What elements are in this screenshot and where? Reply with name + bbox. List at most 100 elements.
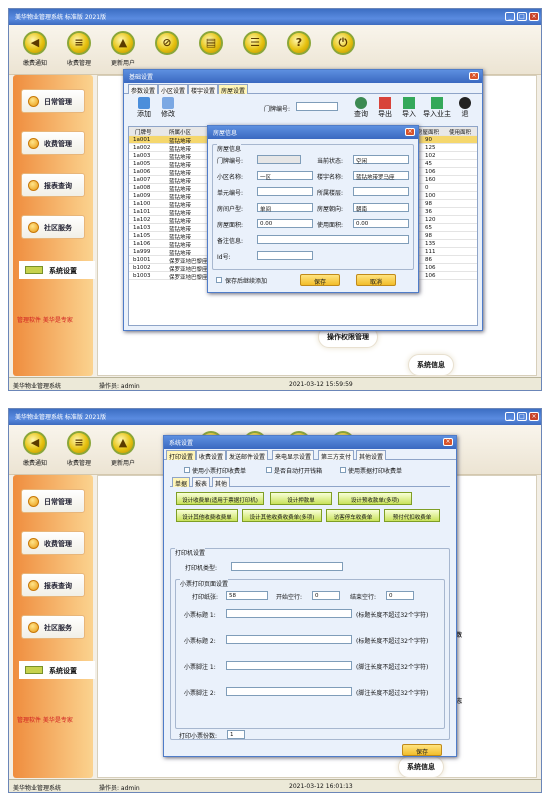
tab-charge[interactable]: 收费设置 <box>196 450 227 461</box>
paper-width-select[interactable]: 58 <box>226 591 268 600</box>
tab-district[interactable]: 小区设置 <box>158 84 189 95</box>
sidebar-item-daily[interactable]: 日常管理 <box>21 89 85 113</box>
unit-input[interactable] <box>257 187 313 196</box>
subtab-report[interactable]: 报表 <box>192 477 211 488</box>
table-cell: 1a003 <box>133 153 151 159</box>
sidebar-item-settings[interactable]: 系统设置 <box>19 261 95 279</box>
toolbar-button[interactable]: ⏻ <box>321 31 365 55</box>
status-select[interactable]: 空闲 <box>353 155 409 165</box>
ticket-line-input[interactable] <box>226 609 352 618</box>
sidebar-item-report[interactable]: 报表查询 <box>21 173 85 197</box>
tab-pay[interactable]: 第三方支付 <box>318 450 355 461</box>
minimize-icon[interactable]: _ <box>505 12 515 21</box>
notice-icon: ◀ <box>23 31 47 55</box>
design-deposit-button[interactable]: 设计押款单 <box>270 492 332 505</box>
toolbar-label: 收费管理 <box>66 60 91 67</box>
table-cell: 106 <box>425 169 436 175</box>
add-button[interactable]: 添加 <box>132 97 156 119</box>
ticket-line-input[interactable] <box>226 661 352 670</box>
design-other-multi-button[interactable]: 设计其他收费收费单(多项) <box>242 509 322 522</box>
end-blank-input[interactable]: 0 <box>386 591 414 600</box>
toolbar-user[interactable]: ▲ 更新用户 <box>101 431 145 467</box>
sidebar-item-daily[interactable]: 日常管理 <box>21 489 85 513</box>
toolbar-charge[interactable]: ≡ 收费管理 <box>57 431 101 467</box>
door-number-field[interactable] <box>257 155 301 164</box>
receipt-print-checkbox[interactable] <box>184 467 190 473</box>
sidebar-item-charge[interactable]: 收费管理 <box>21 531 85 555</box>
design-receipt-button[interactable]: 设计收费单(适用于票据打印机) <box>176 492 264 505</box>
end-blank-label: 结束空行: <box>350 594 377 601</box>
maximize-icon[interactable]: □ <box>517 412 527 421</box>
bubble-system-info[interactable]: 系统信息 <box>408 354 454 376</box>
tab-house[interactable]: 房屋设置 <box>218 84 249 95</box>
toolbar-notice[interactable]: ◀ 缴费通知 <box>13 431 57 467</box>
tab-other[interactable]: 其他设置 <box>356 450 387 461</box>
use-size-input[interactable]: 0.00 <box>353 219 409 228</box>
start-blank-input[interactable]: 0 <box>312 591 340 600</box>
toolbar-charge[interactable]: ≡ 收费管理 <box>57 31 101 67</box>
size-input[interactable]: 0.00 <box>257 219 313 228</box>
tab-email[interactable]: 发送邮件设置 <box>226 450 269 461</box>
keep-adding-checkbox[interactable] <box>216 277 222 283</box>
close-icon[interactable]: × <box>443 438 453 446</box>
toolbar-button[interactable]: ☰ <box>233 31 277 55</box>
table-cell: 1a102 <box>133 217 151 223</box>
orient-select[interactable]: 朝南 <box>353 203 409 213</box>
edit-button[interactable]: 修改 <box>156 97 180 119</box>
toolbar-button[interactable]: ⊘ <box>145 31 189 55</box>
search-button[interactable]: 查询 <box>350 97 372 119</box>
door-number-input[interactable] <box>296 102 338 111</box>
toolbar-button[interactable]: ▤ <box>189 31 233 55</box>
table-cell: 98 <box>425 201 432 207</box>
building-select[interactable]: 蓝钻地带罗马座 <box>353 171 409 181</box>
save-button[interactable]: 保存 <box>300 274 340 286</box>
export-button[interactable]: 导出 <box>374 97 396 119</box>
toolbar-label: 更新用户 <box>110 460 135 467</box>
table-cell: 106 <box>425 273 436 279</box>
save-button[interactable]: 保存 <box>402 744 442 756</box>
bill-print-checkbox[interactable] <box>340 467 346 473</box>
subtab-bill[interactable]: 单据 <box>172 477 191 488</box>
ticket-line-input[interactable] <box>226 635 352 644</box>
prepay-deduct-button[interactable]: 预付代扣收费单 <box>384 509 440 522</box>
copies-input[interactable]: 1 <box>227 730 245 739</box>
minimize-icon[interactable]: _ <box>505 412 515 421</box>
exit-button[interactable]: 退 <box>456 97 474 119</box>
remark-input[interactable] <box>257 235 409 244</box>
design-other-button[interactable]: 设计其他收费收费单 <box>176 509 238 522</box>
table-cell: 98 <box>425 233 432 239</box>
toolbar-button[interactable]: ? <box>277 31 321 55</box>
tab-building[interactable]: 楼宇设置 <box>188 84 219 95</box>
floor-input[interactable] <box>353 187 409 196</box>
toolbar-notice[interactable]: ◀ 缴费通知 <box>13 31 57 67</box>
design-prepay-button[interactable]: 设计预收款单(多项) <box>338 492 412 505</box>
cancel-button[interactable]: 取消 <box>356 274 396 286</box>
bubble-system-info[interactable]: 系统信息 <box>398 756 444 778</box>
table-cell: 135 <box>425 241 436 247</box>
district-select[interactable]: 一区 <box>257 171 313 181</box>
visitor-parking-button[interactable]: 访客停车收费单 <box>326 509 380 522</box>
close-icon[interactable]: × <box>529 412 539 421</box>
sidebar-item-community[interactable]: 社区服务 <box>21 615 85 639</box>
sidebar-item-settings[interactable]: 系统设置 <box>19 661 95 679</box>
tab-params[interactable]: 参数设置 <box>128 84 159 95</box>
import-button[interactable]: 导入 <box>398 97 420 119</box>
maximize-icon[interactable]: □ <box>517 12 527 21</box>
id-input[interactable] <box>257 251 313 260</box>
printer-type-select[interactable] <box>231 562 343 571</box>
sidebar-item-charge[interactable]: 收费管理 <box>21 131 85 155</box>
tab-print[interactable]: 打印设置 <box>166 450 197 461</box>
close-icon[interactable]: × <box>405 128 415 136</box>
sidebar-item-report[interactable]: 报表查询 <box>21 573 85 597</box>
type-select[interactable]: 单间 <box>257 203 313 213</box>
import-owner-button[interactable]: 导入业主 <box>422 97 452 119</box>
tab-caller[interactable]: 来电显示设置 <box>272 450 315 461</box>
subtab-other[interactable]: 其他 <box>212 477 231 488</box>
close-icon[interactable]: × <box>469 72 479 80</box>
toolbar-user[interactable]: ▲ 更新用户 <box>101 31 145 67</box>
status-time: 2021-03-12 15:59:59 <box>289 381 353 388</box>
ticket-line-input[interactable] <box>226 687 352 696</box>
sidebar-item-community[interactable]: 社区服务 <box>21 215 85 239</box>
cash-drawer-checkbox[interactable] <box>266 467 272 473</box>
close-icon[interactable]: × <box>529 12 539 21</box>
